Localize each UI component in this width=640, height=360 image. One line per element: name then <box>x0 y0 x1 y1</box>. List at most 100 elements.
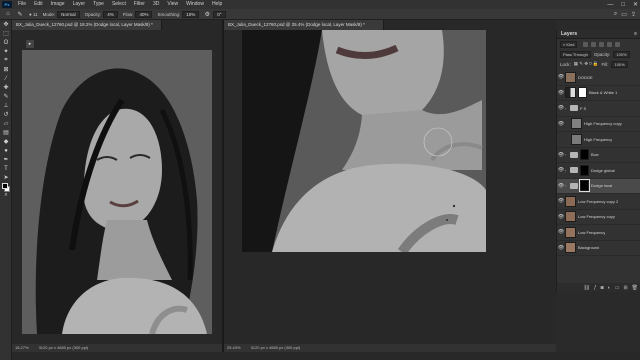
layer-row[interactable]: 👁 › F S <box>557 101 640 117</box>
blur-tool-icon[interactable]: ◆ <box>0 137 12 146</box>
healing-brush-tool-icon[interactable]: ✚ <box>0 83 12 92</box>
brush-tool-icon-side[interactable]: ✎ <box>0 92 12 101</box>
share-icon[interactable]: ⇪ <box>631 11 636 18</box>
quick-select-tool-icon[interactable]: ✦ <box>0 47 12 56</box>
fill-field[interactable]: 100% <box>611 60 628 68</box>
layer-row[interactable]: 👁 High Frequency copy <box>557 117 640 132</box>
layer-filter-kind[interactable]: ⌕ Kind <box>560 40 578 48</box>
layer-row[interactable]: 👁 DODGE <box>557 70 640 86</box>
filter-type-icon[interactable] <box>599 41 605 47</box>
visibility-eye-icon[interactable]: 👁 <box>557 214 565 220</box>
opacity-field[interactable]: 4% <box>103 10 118 18</box>
zoom-level-left[interactable]: 18.27% <box>15 344 29 352</box>
maximize-button[interactable]: □ <box>621 2 625 8</box>
type-tool-icon[interactable]: T <box>0 164 12 173</box>
photoshop-logo[interactable]: Ps <box>2 1 12 8</box>
visibility-eye-icon[interactable]: 👁 <box>557 245 565 251</box>
angle-field[interactable]: 0° <box>213 10 226 18</box>
visibility-eye-icon[interactable]: 👁 <box>557 121 565 127</box>
menu-file[interactable]: File <box>14 0 30 9</box>
add-mask-icon[interactable]: ◙ <box>601 285 604 291</box>
crop-tool-icon[interactable]: ⌗ <box>0 56 12 65</box>
menu-select[interactable]: Select <box>108 0 130 9</box>
home-icon[interactable]: ⌂ <box>4 10 12 18</box>
filter-smart-object-icon[interactable] <box>615 41 621 47</box>
layer-filter-kind-text: Kind <box>566 41 575 47</box>
frame-tool-icon[interactable]: ⊠ <box>0 65 12 74</box>
layer-row[interactable]: 👁 Low Frequency copy 2 <box>557 194 640 210</box>
brush-tool-icon[interactable]: ✎ <box>16 10 24 18</box>
move-tool-icon[interactable]: ✥ <box>0 20 12 29</box>
options-right-icons: ⌕ ▭ ⇪ <box>614 11 636 18</box>
layer-filter-row: ⌕ Kind <box>557 39 640 49</box>
brush-size-picker[interactable]: ● 11 <box>29 12 38 17</box>
panel-menu-icon[interactable]: ≡ <box>634 30 637 39</box>
filter-shape-icon[interactable] <box>607 41 613 47</box>
layer-row[interactable]: 👁 Low Frequency <box>557 225 640 241</box>
zoom-tool-icon[interactable]: ⌕ <box>0 191 12 200</box>
filter-pixel-icon[interactable] <box>583 41 589 47</box>
path-select-tool-icon[interactable]: ➤ <box>0 173 12 182</box>
delete-layer-icon[interactable]: 🗑 <box>632 285 638 291</box>
document-tab-right[interactable]: BX_Julia_Dueck_12760.psd @ 25.4% (Dodge … <box>224 20 384 30</box>
filter-adjustment-icon[interactable] <box>591 41 597 47</box>
visibility-eye-icon[interactable]: 👁 <box>557 167 565 173</box>
flow-field[interactable]: 40% <box>135 10 153 18</box>
visibility-eye-icon[interactable]: 👁 <box>557 90 565 96</box>
menu-view[interactable]: View <box>163 0 182 9</box>
new-group-icon[interactable]: ▭ <box>615 285 620 291</box>
zoom-level-right[interactable]: 25.43% <box>227 344 241 352</box>
blend-mode-select[interactable]: Pass Through <box>560 50 591 58</box>
visibility-eye-icon[interactable]: 👁 <box>557 105 565 111</box>
eyedropper-tool-icon[interactable]: ⁄ <box>0 74 12 83</box>
layer-row-selected[interactable]: 👁 › Dodge local <box>557 178 640 194</box>
new-layer-icon[interactable]: ⊞ <box>623 285 627 291</box>
visibility-eye-icon[interactable]: 👁 <box>557 198 565 204</box>
panel-opacity-field[interactable]: 100% <box>613 50 630 58</box>
lasso-tool-icon[interactable]: ʘ <box>0 38 12 47</box>
menu-image[interactable]: Image <box>47 0 69 9</box>
visibility-eye-icon[interactable]: 👁 <box>557 229 565 235</box>
visibility-eye-icon[interactable]: 👁 <box>557 74 565 80</box>
menu-window[interactable]: Window <box>182 0 208 9</box>
fx-icon[interactable]: ƒ <box>594 285 597 291</box>
close-window-button[interactable]: ✕ <box>633 1 638 8</box>
smoothing-field[interactable]: 10% <box>182 10 200 18</box>
canvas-image-right[interactable] <box>242 30 486 252</box>
menu-edit[interactable]: Edit <box>30 0 47 9</box>
layer-row[interactable]: 👁 Background <box>557 241 640 256</box>
history-brush-tool-icon[interactable]: ↺ <box>0 110 12 119</box>
layer-row[interactable]: 👁 Black & White 1 <box>557 86 640 101</box>
clone-stamp-tool-icon[interactable]: ⊥ <box>0 101 12 110</box>
link-layers-icon[interactable]: ⛓ <box>584 285 590 291</box>
marquee-tool-icon[interactable]: ⬚ <box>0 29 12 38</box>
document-tab-left[interactable]: BX_Julia_Dueck_12760.psd @ 18.2% (Dodge … <box>12 20 162 30</box>
menu-layer[interactable]: Layer <box>69 0 90 9</box>
visibility-eye-icon[interactable]: 👁 <box>557 183 565 189</box>
layer-row[interactable]: High Frequency <box>557 132 640 148</box>
workspace-icon[interactable]: ▭ <box>621 11 627 18</box>
layer-row[interactable]: 👁 Low Frequency copy <box>557 210 640 225</box>
search-icon[interactable]: ⌕ <box>614 11 617 18</box>
pen-tool-icon[interactable]: ✒ <box>0 155 12 164</box>
layer-row[interactable]: 👁 › Burn <box>557 148 640 163</box>
eraser-tool-icon[interactable]: ▱ <box>0 119 12 128</box>
menu-3d[interactable]: 3D <box>149 0 163 9</box>
gradient-tool-icon[interactable]: ▤ <box>0 128 12 137</box>
mode-select[interactable]: Normal <box>57 10 80 18</box>
settings-gear-icon[interactable]: ⚙ <box>203 10 211 18</box>
lock-icons[interactable]: ▦ ✎ ✥ ⌑ 🔒 <box>574 61 599 67</box>
layer-row[interactable]: 👁 › Dodge global <box>557 163 640 179</box>
adjustment-layer-icon[interactable]: ◐ <box>608 285 611 291</box>
foreground-color-swatch[interactable] <box>2 183 8 189</box>
layers-panel-title[interactable]: Layers ≡ <box>557 30 640 39</box>
menu-type[interactable]: Type <box>89 0 108 9</box>
menu-filter[interactable]: Filter <box>130 0 149 9</box>
dodge-tool-icon[interactable]: ● <box>0 146 12 155</box>
minimize-button[interactable]: — <box>607 2 613 8</box>
menu-help[interactable]: Help <box>208 0 226 9</box>
layer-mask-thumbnail <box>580 149 589 161</box>
panel-collapse-arrow[interactable]: ▸ <box>26 40 34 48</box>
canvas-image-left[interactable] <box>22 50 212 334</box>
visibility-eye-icon[interactable]: 👁 <box>557 152 565 158</box>
